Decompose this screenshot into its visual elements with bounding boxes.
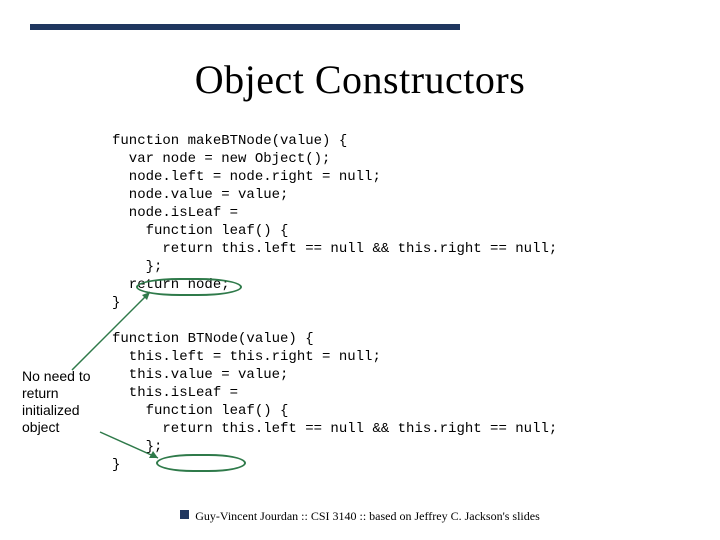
callout-oval-empty-return (156, 454, 246, 472)
footer-bullet-icon (180, 510, 189, 519)
slide-footer: Guy-Vincent Jourdan :: CSI 3140 :: based… (0, 509, 720, 524)
code-block: function makeBTNode(value) { var node = … (112, 132, 557, 474)
slide-title: Object Constructors (0, 56, 720, 103)
footer-text: Guy-Vincent Jourdan :: CSI 3140 :: based… (195, 509, 540, 523)
annotation-text: No need to return initialized object (22, 368, 112, 436)
callout-oval-return-node (136, 278, 242, 296)
accent-rule (30, 24, 460, 30)
